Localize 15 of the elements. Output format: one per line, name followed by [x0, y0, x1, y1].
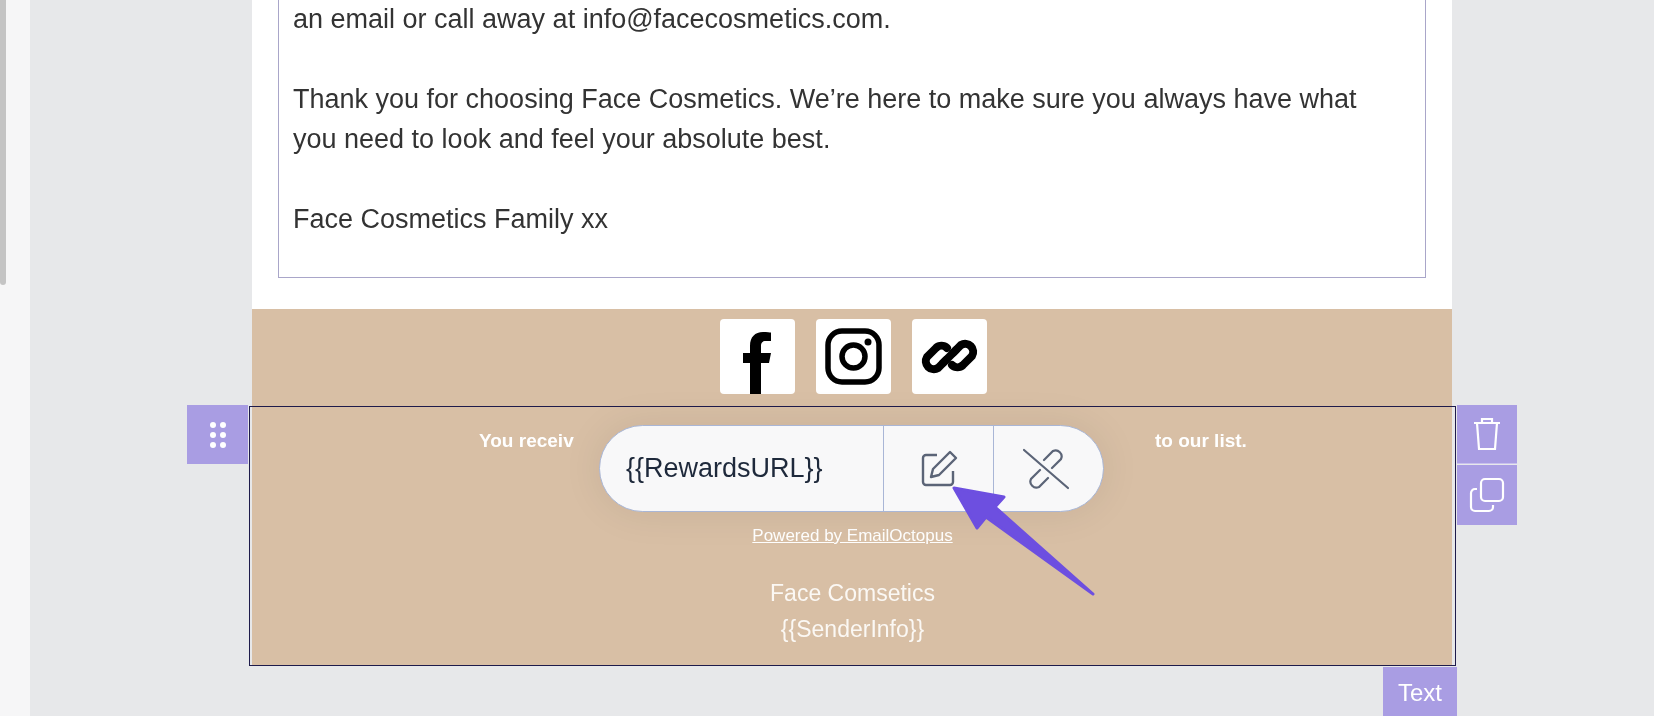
- sender-info-text: Face Comsetics: [770, 579, 935, 608]
- instagram-icon[interactable]: [815, 319, 891, 394]
- footer-text: to our list.: [1155, 429, 1247, 453]
- drag-handle[interactable]: [187, 405, 248, 464]
- drag-dots-icon: [208, 420, 227, 449]
- block-type-label: Text: [1383, 667, 1457, 716]
- sender-info-text: {{SenderInfo}}: [780, 615, 925, 644]
- footer-text: You receiv: [479, 429, 575, 453]
- link-icon[interactable]: [911, 319, 987, 394]
- copy-icon: [1469, 477, 1505, 513]
- link-url: {{RewardsURL}}: [600, 426, 884, 511]
- trash-icon: [1472, 416, 1502, 452]
- facebook-icon[interactable]: [719, 319, 795, 394]
- scrollbar[interactable]: [0, 0, 6, 285]
- text-block[interactable]: an email or call away at info@facecosmetics.com. Thank you for choosing Face Cosmetics. We’re here to make sure you always have what you need to look and feel your absolute best. Face Cosmetics Family xx: [278, 0, 1426, 278]
